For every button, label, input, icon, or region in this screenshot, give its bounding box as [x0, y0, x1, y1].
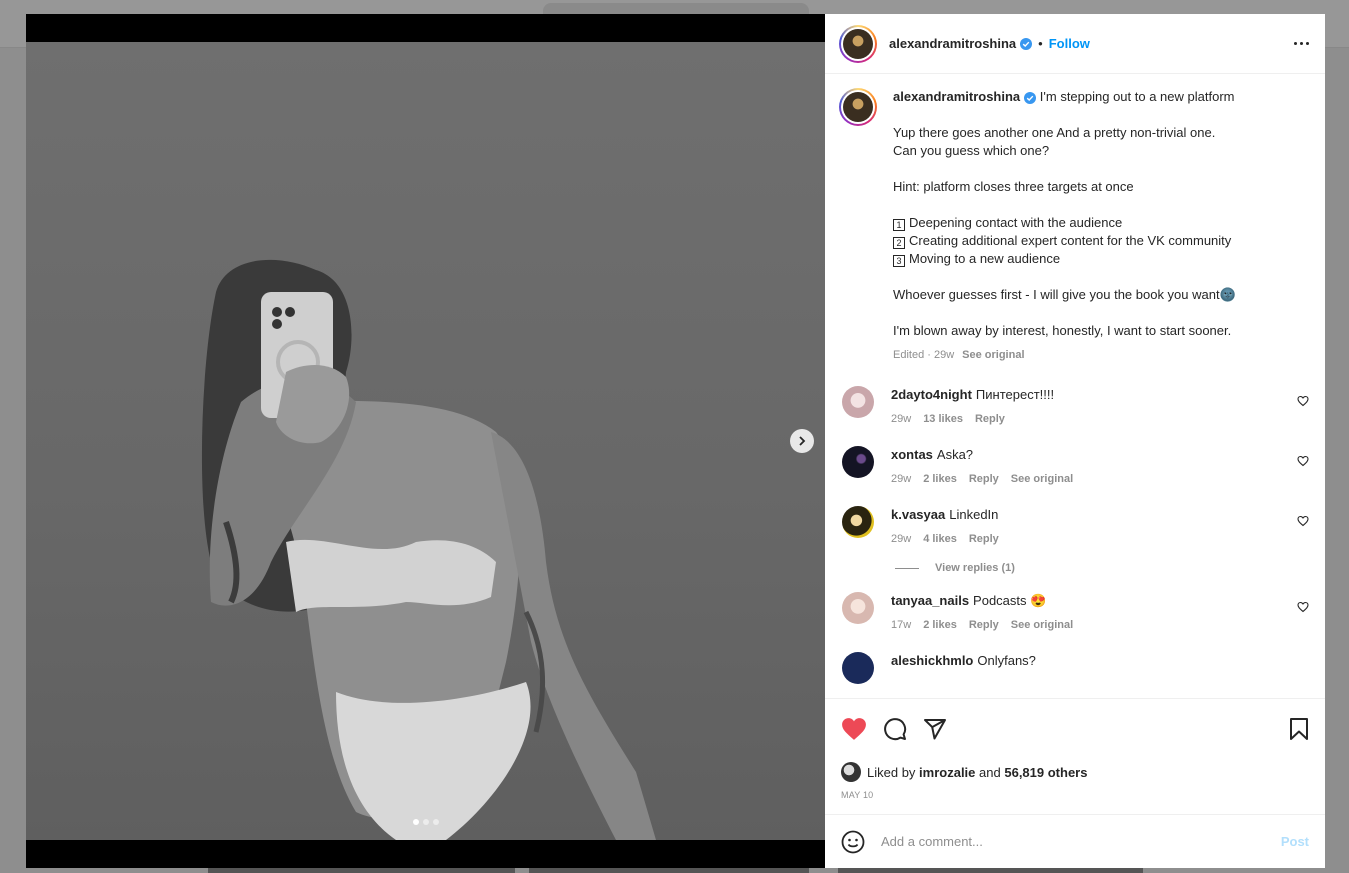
caption-line — [893, 196, 1293, 214]
caption-line: I'm stepping out to a new platform — [1039, 89, 1235, 104]
comment-likes[interactable]: 2 likes — [923, 619, 957, 631]
comment-username[interactable]: tanyaa_nails — [891, 593, 969, 608]
comment-avatar[interactable] — [842, 592, 874, 624]
caption-line: Can you guess which one? — [893, 143, 1050, 158]
post-date[interactable]: MAY 10 — [825, 786, 1325, 814]
verified-icon — [1020, 37, 1033, 50]
comment-item: xontas Aska? 29w 2 likes Reply See original — [839, 446, 1309, 488]
carousel-dot — [423, 819, 429, 825]
comment-like-icon[interactable] — [1297, 600, 1309, 618]
comment-text: Onlyfans? — [977, 653, 1036, 668]
caption-meta: Edited · 29w See original — [893, 346, 1293, 364]
emoji-icon[interactable] — [841, 830, 865, 854]
comment-username[interactable]: k.vasyaa — [891, 507, 945, 522]
comments-list: alexandramitroshina I'm stepping out to … — [825, 74, 1325, 698]
author-avatar[interactable] — [839, 24, 877, 63]
carousel-dot — [433, 819, 439, 825]
reply-button[interactable]: Reply — [969, 533, 999, 545]
see-original-link[interactable]: See original — [1011, 619, 1073, 631]
reply-button[interactable]: Reply — [975, 413, 1005, 425]
more-options-icon[interactable] — [1294, 42, 1309, 45]
caption-line: Yup there goes another one And a pretty … — [893, 125, 1216, 140]
comment-avatar[interactable] — [842, 446, 874, 478]
caption-username[interactable]: alexandramitroshina — [893, 89, 1020, 104]
comment-likes[interactable]: 13 likes — [923, 413, 963, 425]
comment-username[interactable]: aleshickhmlo — [891, 653, 973, 668]
comment-like-icon[interactable] — [1297, 394, 1309, 412]
see-original-link[interactable]: See original — [1011, 473, 1073, 485]
caption-line: Whoever guesses first - I will give you … — [893, 287, 1236, 302]
likes-summary: Liked by imrozalie and 56,819 others — [825, 758, 1325, 786]
comment-input[interactable] — [881, 834, 1281, 849]
post-panel: alexandramitroshina • Follow alexandrami… — [825, 14, 1325, 868]
comment-item: 2dayto4night Пинтерест!!!! 29w 13 likes Rep… — [839, 386, 1309, 428]
caption-line: I'm blown away by interest, honestly, I … — [893, 323, 1232, 338]
author-username[interactable]: alexandramitroshina — [889, 36, 1016, 51]
caption-list-item: 2 Creating additional expert content for … — [893, 232, 1293, 250]
verified-icon — [1024, 91, 1037, 104]
caption-list-item: 1 Deepening contact with the audience — [893, 214, 1293, 232]
chevron-right-icon — [799, 436, 806, 446]
bookmark-icon[interactable] — [1289, 717, 1309, 740]
caption-line: Hint: platform closes three targets at o… — [893, 179, 1134, 194]
comment-avatar[interactable] — [842, 386, 874, 418]
post-modal: alexandramitroshina • Follow alexandrami… — [26, 14, 1325, 868]
comment-item: aleshickhmlo Onlyfans? — [839, 652, 1309, 684]
comment-likes[interactable]: 4 likes — [923, 533, 957, 545]
reply-button[interactable]: Reply — [969, 619, 999, 631]
see-original-link[interactable]: See original — [962, 349, 1024, 361]
comment-like-icon[interactable] — [1297, 454, 1309, 472]
carousel-dot — [413, 819, 419, 825]
post-actions — [825, 698, 1325, 758]
comment-item: tanyaa_nails Podcasts 😍 17w 2 likes Reply Se… — [839, 592, 1309, 634]
post-media — [26, 14, 825, 868]
add-comment-bar: Post — [825, 814, 1325, 868]
caption-list-item: 3 Moving to a new audience — [893, 250, 1293, 268]
comment-username[interactable]: 2dayto4night — [891, 387, 972, 402]
caption-edited-time: Edited · 29w — [893, 349, 955, 361]
liker-avatar[interactable] — [841, 762, 861, 782]
comment-text: LinkedIn — [949, 507, 999, 522]
follow-button[interactable]: Follow — [1049, 36, 1090, 51]
separator-dot: • — [1038, 36, 1043, 51]
comment-text: Пинтерест!!!! — [975, 387, 1055, 402]
liked-by-prefix: Liked by — [867, 764, 916, 780]
comment-time[interactable]: 29w — [891, 533, 911, 545]
comment-time[interactable]: 17w — [891, 619, 911, 631]
comment-text: Aska? — [936, 447, 974, 462]
next-slide-button[interactable] — [790, 429, 814, 453]
liked-by-user[interactable]: imrozalie — [919, 765, 975, 780]
share-icon[interactable] — [923, 717, 947, 741]
comment-text: Podcasts 😍 — [973, 593, 1047, 608]
comment-like-icon[interactable] — [1297, 514, 1309, 532]
comment-username[interactable]: xontas — [891, 447, 933, 462]
caption-line — [893, 268, 1293, 286]
post-header: alexandramitroshina • Follow — [825, 14, 1325, 74]
comment-time[interactable]: 29w — [891, 413, 911, 425]
liked-by-and: and — [979, 764, 1001, 780]
caption-line — [893, 160, 1293, 178]
caption-avatar[interactable] — [839, 88, 877, 126]
post-comment-button[interactable]: Post — [1281, 834, 1309, 849]
comment-time[interactable]: 29w — [891, 473, 911, 485]
like-heart-icon[interactable] — [841, 717, 867, 741]
carousel-dots — [413, 819, 439, 825]
comment-item: k.vasyaa LinkedIn 29w 4 likes Reply — [839, 506, 1309, 548]
caption-line — [893, 304, 1293, 322]
comment-avatar[interactable] — [842, 652, 874, 684]
post-caption: alexandramitroshina I'm stepping out to … — [839, 88, 1309, 364]
caption-line — [893, 106, 1293, 124]
comment-likes[interactable]: 2 likes — [923, 473, 957, 485]
comment-icon[interactable] — [883, 717, 907, 741]
post-photo — [26, 42, 825, 840]
liked-by-others[interactable]: 56,819 others — [1004, 765, 1087, 780]
view-replies-button[interactable]: View replies (1) — [895, 562, 1309, 574]
reply-button[interactable]: Reply — [969, 473, 999, 485]
comment-avatar[interactable] — [842, 506, 874, 538]
